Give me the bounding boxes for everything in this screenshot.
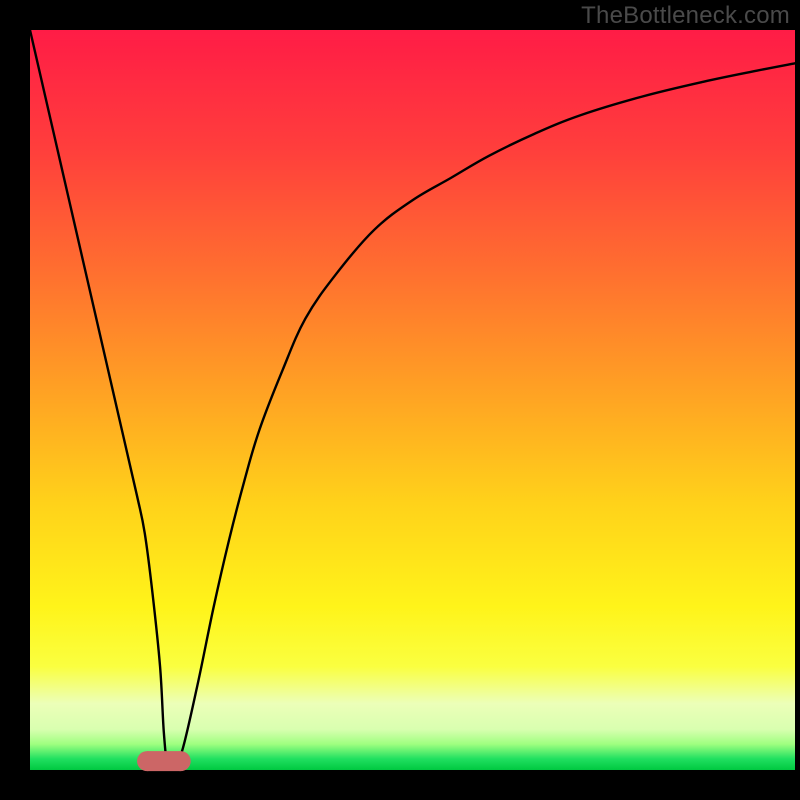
curve-markers (137, 751, 191, 771)
plot-background (30, 30, 795, 770)
marker-foot-right (171, 751, 191, 771)
marker-foot-left (137, 751, 157, 771)
bottleneck-chart (0, 0, 800, 800)
chart-frame: TheBottleneck.com (0, 0, 800, 800)
watermark-text: TheBottleneck.com (581, 2, 790, 30)
